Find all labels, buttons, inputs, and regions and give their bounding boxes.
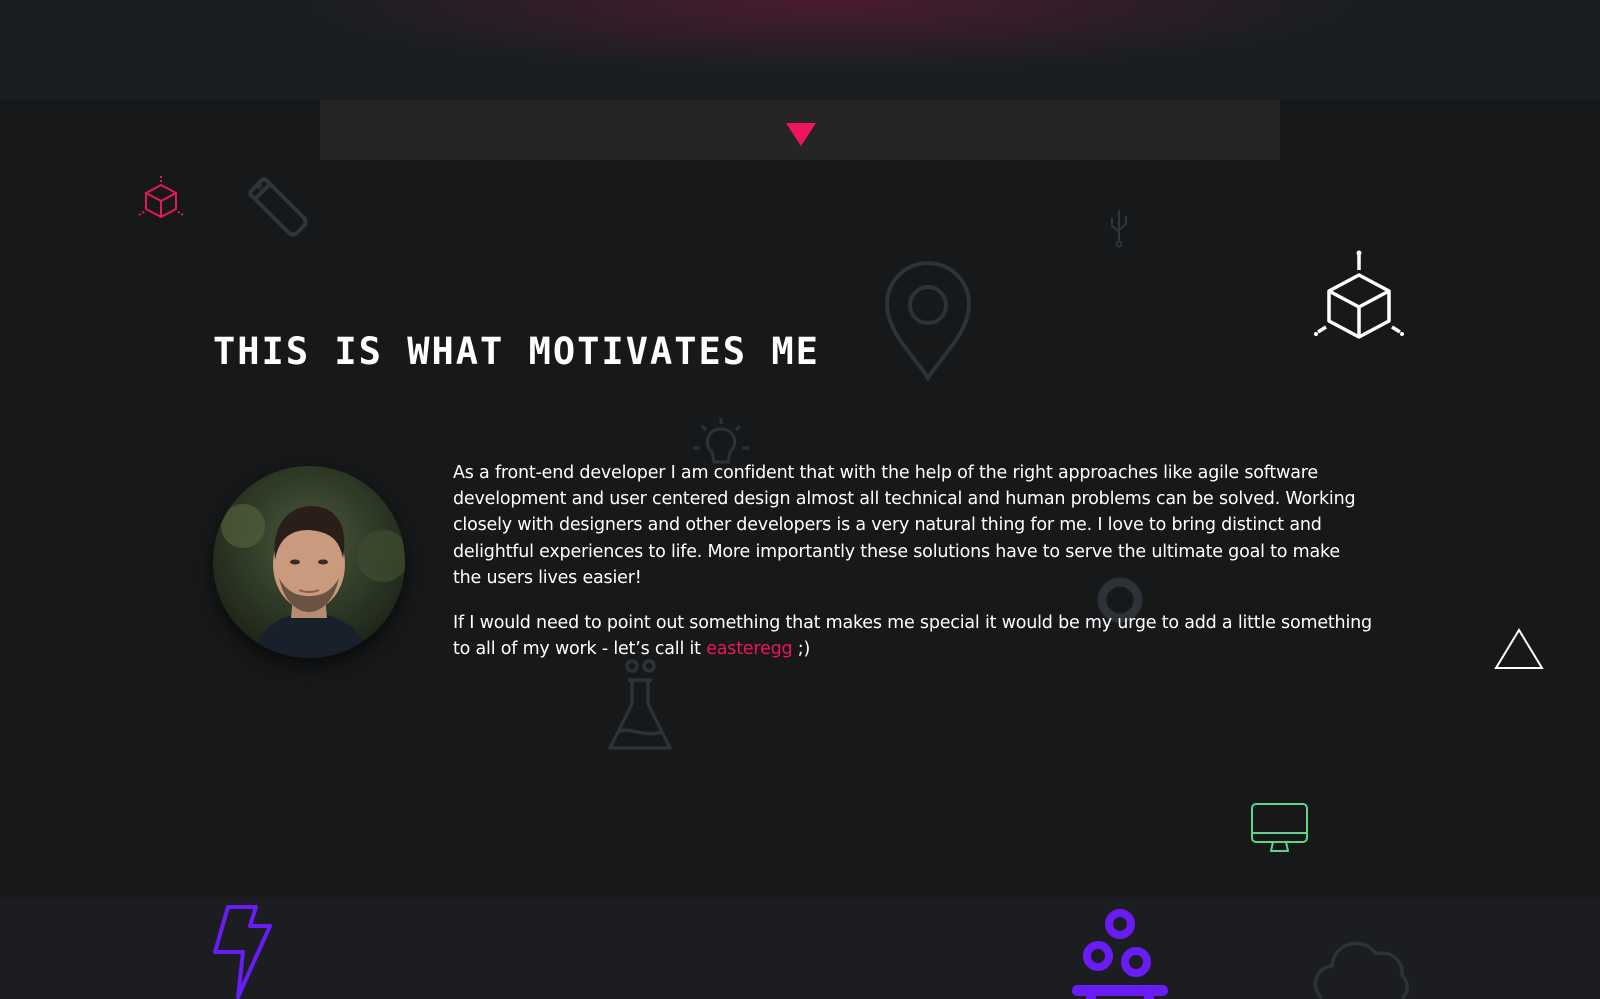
location-pin-icon — [884, 261, 972, 382]
bio-paragraph: As a front-end developer I am confident … — [453, 463, 1356, 588]
molecules-icon — [1072, 909, 1168, 999]
usb-stick-icon — [248, 177, 308, 237]
section-heading: THIS IS WHAT MOTIVATES ME — [213, 330, 820, 373]
portrait-photo — [213, 466, 405, 658]
bio-paragraph: If I would need to point out something t… — [453, 610, 1373, 662]
avatar — [213, 466, 405, 658]
bio-text: As a front-end developer I am confident … — [453, 460, 1373, 681]
easteregg-link[interactable]: easteregg — [706, 639, 792, 659]
bio-text-segment: If I would need to point out something t… — [453, 613, 1372, 660]
bio-text-segment: ;) — [792, 639, 811, 660]
monitor-icon — [1251, 803, 1308, 852]
lightning-icon — [213, 905, 272, 999]
triangle-outline-icon — [1494, 628, 1544, 669]
cloud-icon — [1313, 941, 1410, 999]
cube-icon — [138, 176, 184, 218]
cube-icon — [1314, 250, 1404, 339]
header-band — [0, 0, 1600, 100]
scroll-down-triangle-icon[interactable] — [786, 123, 816, 146]
usb-symbol-icon — [1111, 210, 1127, 248]
